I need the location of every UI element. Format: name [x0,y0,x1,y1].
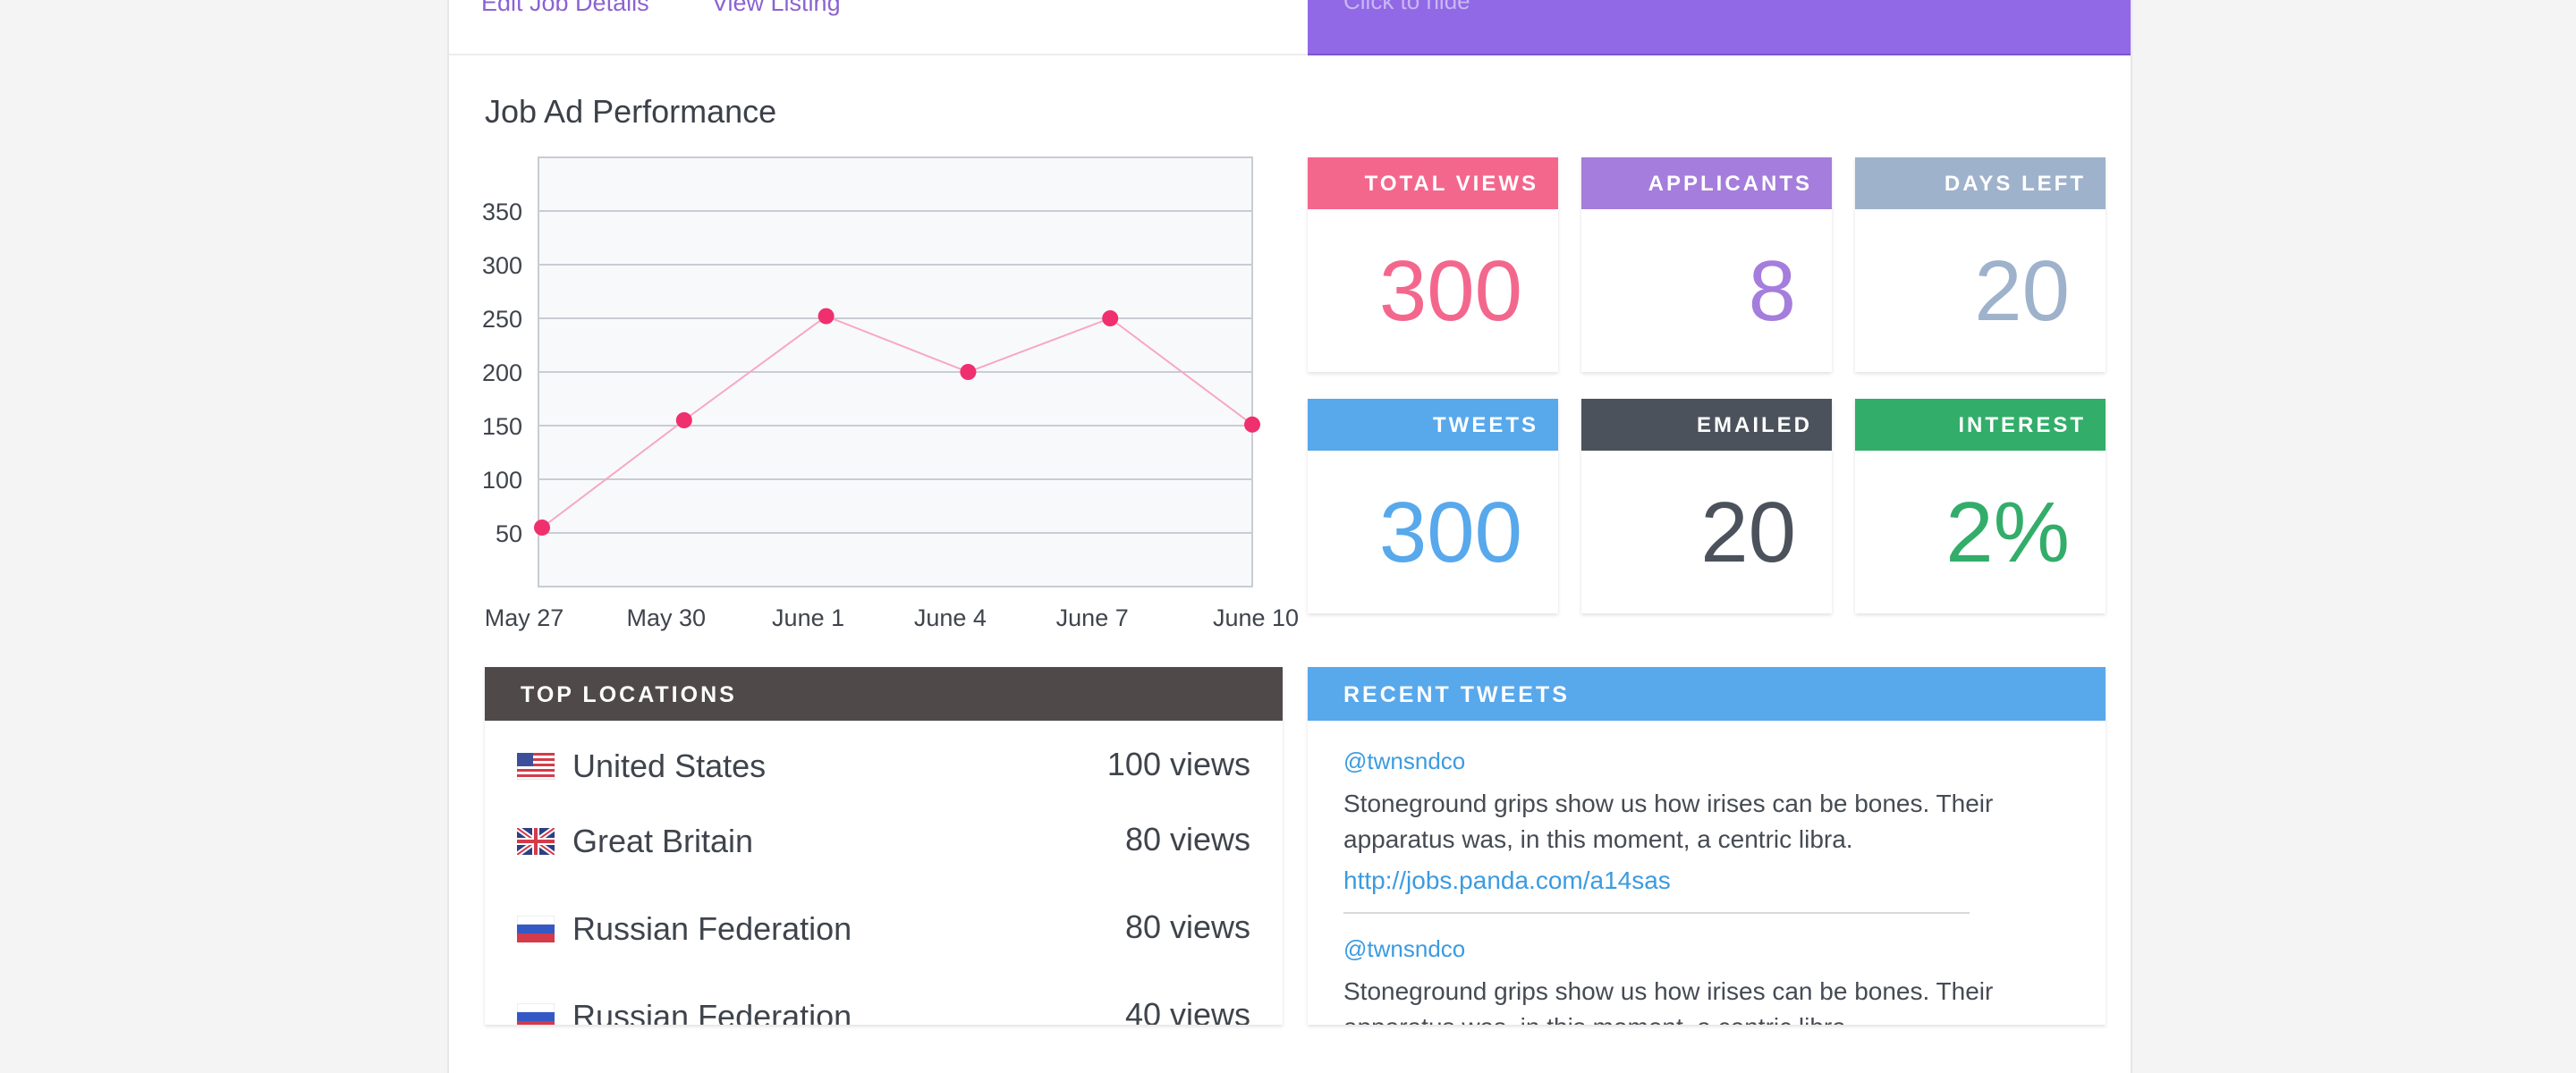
location-row: United States 100 views [485,739,1283,792]
top-bar: Edit Job Details View Listing Click to h… [449,0,2131,55]
data-point[interactable] [534,520,550,536]
top-locations-title: TOP LOCATIONS [485,667,1283,721]
stat-label: INTEREST [1855,399,2106,451]
data-point[interactable] [960,364,977,380]
ru-flag-icon [517,916,555,942]
us-flag-icon [517,753,555,780]
stat-label: APPLICANTS [1581,157,1832,209]
y-tick-label: 250 [482,306,522,333]
stat-card-emailed: EMAILED 20 [1581,399,1832,613]
stat-value: 20 [1700,485,1796,580]
y-tick-label: 100 [482,467,522,494]
stat-value: 2% [1945,485,2070,580]
stat-label: DAYS LEFT [1855,157,2106,209]
location-views: 80 views [1124,821,1250,858]
y-tick-label: 200 [482,359,522,386]
x-tick-label: June 4 [914,604,987,631]
x-tick-label: May 30 [627,604,707,631]
hide-banner-text: Click to hide [1343,0,1470,14]
top-locations-panel: TOP LOCATIONS United States 100 views Gr… [485,667,1283,1025]
x-tick-label: June 1 [772,604,844,631]
location-views: 80 views [1124,908,1250,945]
stat-card-applicants: APPLICANTS 8 [1581,157,1832,372]
page-title: Job Ad Performance [485,93,777,130]
y-tick-label: 50 [496,520,522,547]
tweet-text: Stoneground grips show us how irises can… [1343,790,1994,853]
tweet-user-link[interactable]: @twnsndco [1343,935,2023,963]
stat-value: 300 [1378,243,1522,339]
data-point[interactable] [1102,310,1119,326]
stat-label: TWEETS [1308,399,1558,451]
location-name: Russian Federation [572,998,852,1025]
location-views: 100 views [1106,746,1250,782]
hide-banner[interactable]: Click to hide [1308,0,2131,55]
location-name: Russian Federation [572,910,852,947]
stat-label: TOTAL VIEWS [1308,157,1558,209]
location-row: Great Britain 80 views [485,814,1283,867]
gb-flag-icon [517,828,555,855]
stat-value: 20 [1974,243,2070,339]
location-name: United States [572,748,767,784]
stat-value: 300 [1378,485,1522,580]
tweet-item: @twnsndco Stoneground grips show us how … [1343,748,2023,895]
stat-label: EMAILED [1581,399,1832,451]
stat-card-tweets: TWEETS 300 [1308,399,1558,613]
page-container: Edit Job Details View Listing Click to h… [447,0,2132,1073]
tweet-url-link[interactable]: http://jobs.panda.com/a14sas [1343,866,2023,895]
y-tick-label: 350 [482,199,522,225]
stat-card-total-views: TOTAL VIEWS 300 [1308,157,1558,372]
tweet-user-link[interactable]: @twnsndco [1343,748,2023,775]
x-tick-label: June 10 [1213,604,1299,631]
y-tick-label: 150 [482,413,522,440]
stat-card-interest: INTEREST 2% [1855,399,2106,613]
stat-value: 8 [1748,243,1796,339]
location-row: Russian Federation 80 views [485,901,1283,955]
y-tick-label: 300 [482,252,522,279]
performance-chart: 50 100 150 200 250 300 350 May 27 May 30 June 1 J… [482,156,1299,631]
x-tick-label: May 27 [485,604,564,631]
data-point[interactable] [1244,416,1260,433]
location-name: Great Britain [572,823,754,859]
data-point[interactable] [818,308,835,325]
x-tick-label: June 7 [1056,604,1129,631]
stat-card-days-left: DAYS LEFT 20 [1855,157,2106,372]
tweet-item: @twnsndco Stoneground grips show us how … [1343,935,2023,1025]
view-listing-link[interactable]: View Listing [712,0,841,17]
edit-job-details-link[interactable]: Edit Job Details [481,0,649,17]
location-row: Russian Federation 40 views [485,989,1283,1025]
data-point[interactable] [675,412,692,428]
tweet-text: Stoneground grips show us how irises can… [1343,977,1994,1025]
tweet-divider [1343,912,1970,914]
recent-tweets-title: RECENT TWEETS [1308,667,2106,721]
location-views: 40 views [1124,996,1250,1025]
recent-tweets-panel: RECENT TWEETS @twnsndco Stoneground grip… [1308,667,2106,1025]
ru-flag-icon [517,1003,555,1025]
